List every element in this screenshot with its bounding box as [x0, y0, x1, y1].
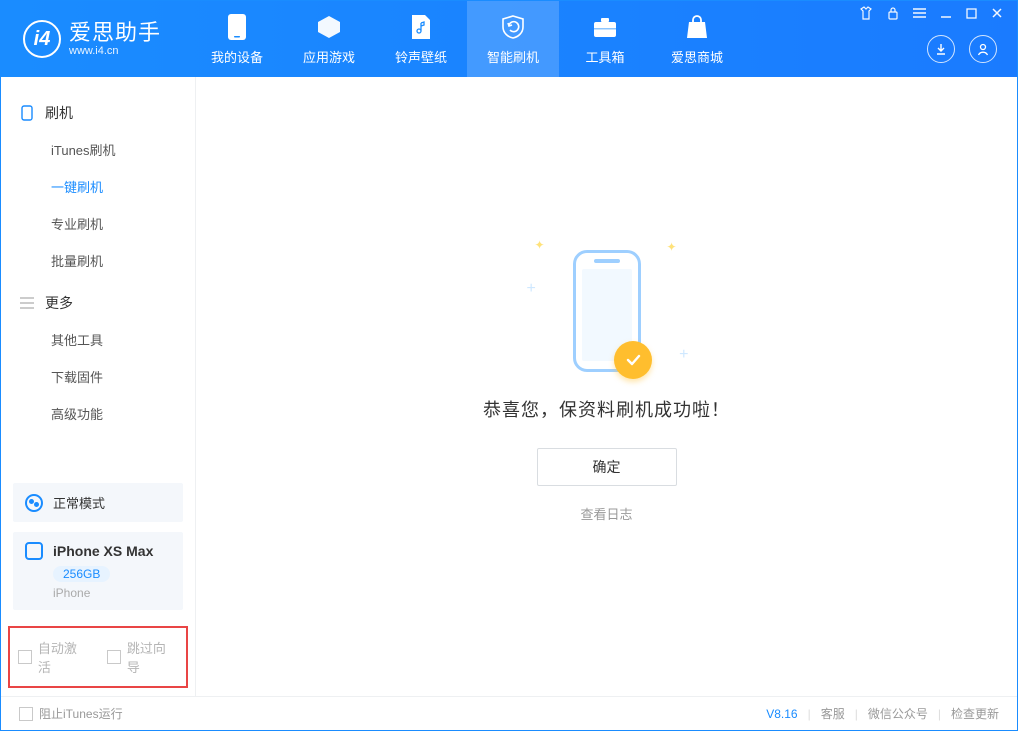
footer: 阻止iTunes运行 V8.16 | 客服 | 微信公众号 | 检查更新 — [1, 696, 1017, 730]
lock-icon[interactable] — [887, 6, 899, 23]
footer-right: V8.16 | 客服 | 微信公众号 | 检查更新 — [766, 705, 999, 722]
sidebar-group-flash-title[interactable]: 刷机 — [1, 95, 195, 131]
device-name: iPhone XS Max — [53, 543, 153, 559]
tab-label: 爱思商城 — [671, 47, 723, 66]
check-badge-icon — [614, 341, 652, 379]
checkbox-icon — [18, 650, 32, 664]
app-url: www.i4.cn — [69, 45, 161, 57]
separator: | — [938, 707, 941, 721]
tab-label: 我的设备 — [211, 47, 263, 66]
tab-ringtones[interactable]: 铃声壁纸 — [375, 1, 467, 77]
tab-toolbox[interactable]: 工具箱 — [559, 1, 651, 77]
sidebar-item-itunes-flash[interactable]: iTunes刷机 — [1, 131, 195, 168]
support-link[interactable]: 客服 — [821, 705, 845, 722]
device-small-icon — [25, 542, 43, 560]
mode-chip[interactable]: 正常模式 — [13, 483, 183, 522]
logo-icon: i4 — [23, 20, 61, 58]
check-update-link[interactable]: 检查更新 — [951, 705, 999, 722]
window-controls — [845, 1, 1017, 27]
sidebar-group-flash: 刷机 iTunes刷机 一键刷机 专业刷机 批量刷机 — [1, 95, 195, 279]
close-icon[interactable] — [991, 7, 1003, 22]
maximize-icon[interactable] — [966, 7, 977, 22]
sidebar-item-batch-flash[interactable]: 批量刷机 — [1, 242, 195, 279]
shopping-bag-icon — [684, 13, 710, 41]
checkbox-icon — [19, 707, 33, 721]
app-name: 爱思助手 — [69, 21, 161, 45]
mode-icon — [25, 494, 43, 512]
ok-button[interactable]: 确定 — [537, 448, 677, 486]
tab-store[interactable]: 爱思商城 — [651, 1, 743, 77]
app-window: i4 爱思助手 www.i4.cn 我的设备 应用游戏 — [0, 0, 1018, 731]
device-type: iPhone — [53, 586, 171, 600]
device-icon — [19, 105, 35, 121]
wechat-link[interactable]: 微信公众号 — [868, 705, 928, 722]
logo-text: 爱思助手 www.i4.cn — [69, 21, 161, 57]
mode-label: 正常模式 — [53, 493, 105, 512]
briefcase-icon — [591, 13, 619, 41]
header-actions — [927, 35, 997, 63]
music-file-icon — [409, 13, 433, 41]
sidebar-group-more-title[interactable]: 更多 — [1, 285, 195, 321]
checkbox-label: 跳过向导 — [127, 638, 178, 676]
version-label: V8.16 — [766, 707, 797, 721]
tab-apps[interactable]: 应用游戏 — [283, 1, 375, 77]
auto-activate-checkbox[interactable]: 自动激活 — [18, 638, 89, 676]
logo[interactable]: i4 爱思助手 www.i4.cn — [1, 1, 183, 77]
list-icon — [19, 295, 35, 311]
separator: | — [855, 707, 858, 721]
cube-icon — [315, 13, 343, 41]
tshirt-icon[interactable] — [859, 6, 873, 23]
body: 刷机 iTunes刷机 一键刷机 专业刷机 批量刷机 更多 其他工具 下载固件 … — [1, 77, 1017, 696]
tab-label: 应用游戏 — [303, 47, 355, 66]
refresh-shield-icon — [499, 13, 527, 41]
device-capacity: 256GB — [53, 566, 110, 582]
user-button[interactable] — [969, 35, 997, 63]
checkbox-label: 自动激活 — [38, 638, 89, 676]
skip-guide-checkbox[interactable]: 跳过向导 — [107, 638, 178, 676]
sidebar-item-other-tools[interactable]: 其他工具 — [1, 321, 195, 358]
device-chip[interactable]: iPhone XS Max 256GB iPhone — [13, 532, 183, 610]
main-tabs: 我的设备 应用游戏 铃声壁纸 智能刷机 — [191, 1, 743, 77]
header: i4 爱思助手 www.i4.cn 我的设备 应用游戏 — [1, 1, 1017, 77]
group-label: 更多 — [45, 293, 73, 313]
main-content: ✦ + ✦ + 恭喜您，保资料刷机成功啦！ 确定 查看日志 — [196, 77, 1017, 696]
sidebar-group-more: 更多 其他工具 下载固件 高级功能 — [1, 285, 195, 432]
separator: | — [808, 707, 811, 721]
tab-my-device[interactable]: 我的设备 — [191, 1, 283, 77]
plus-icon: + — [527, 280, 536, 298]
phone-icon — [227, 13, 247, 41]
sparkle-icon: ✦ — [535, 238, 545, 252]
tab-label: 智能刷机 — [487, 47, 539, 66]
checkbox-label: 阻止iTunes运行 — [39, 705, 123, 722]
group-label: 刷机 — [45, 103, 73, 123]
sidebar-item-firmware[interactable]: 下载固件 — [1, 358, 195, 395]
sidebar-item-onekey-flash[interactable]: 一键刷机 — [1, 168, 195, 205]
tab-label: 工具箱 — [586, 47, 625, 66]
sparkle-icon: ✦ — [666, 240, 676, 254]
menu-icon[interactable] — [913, 7, 926, 22]
block-itunes-checkbox[interactable]: 阻止iTunes运行 — [19, 705, 123, 722]
download-button[interactable] — [927, 35, 955, 63]
side-nav: 刷机 iTunes刷机 一键刷机 专业刷机 批量刷机 更多 其他工具 下载固件 … — [1, 77, 195, 473]
success-illustration: ✦ + ✦ + — [573, 250, 641, 372]
tab-smart-flash[interactable]: 智能刷机 — [467, 1, 559, 77]
minimize-icon[interactable] — [940, 7, 952, 22]
success-message: 恭喜您，保资料刷机成功啦！ — [483, 396, 730, 422]
plus-icon: + — [679, 346, 688, 364]
view-log-link[interactable]: 查看日志 — [580, 504, 632, 523]
phone-icon — [573, 250, 641, 372]
checkbox-icon — [107, 650, 121, 664]
sidebar-item-advanced[interactable]: 高级功能 — [1, 395, 195, 432]
sidebar-item-pro-flash[interactable]: 专业刷机 — [1, 205, 195, 242]
auto-options-highlight: 自动激活 跳过向导 — [8, 626, 188, 688]
tab-label: 铃声壁纸 — [395, 47, 447, 66]
sidebar: 刷机 iTunes刷机 一键刷机 专业刷机 批量刷机 更多 其他工具 下载固件 … — [1, 77, 196, 696]
